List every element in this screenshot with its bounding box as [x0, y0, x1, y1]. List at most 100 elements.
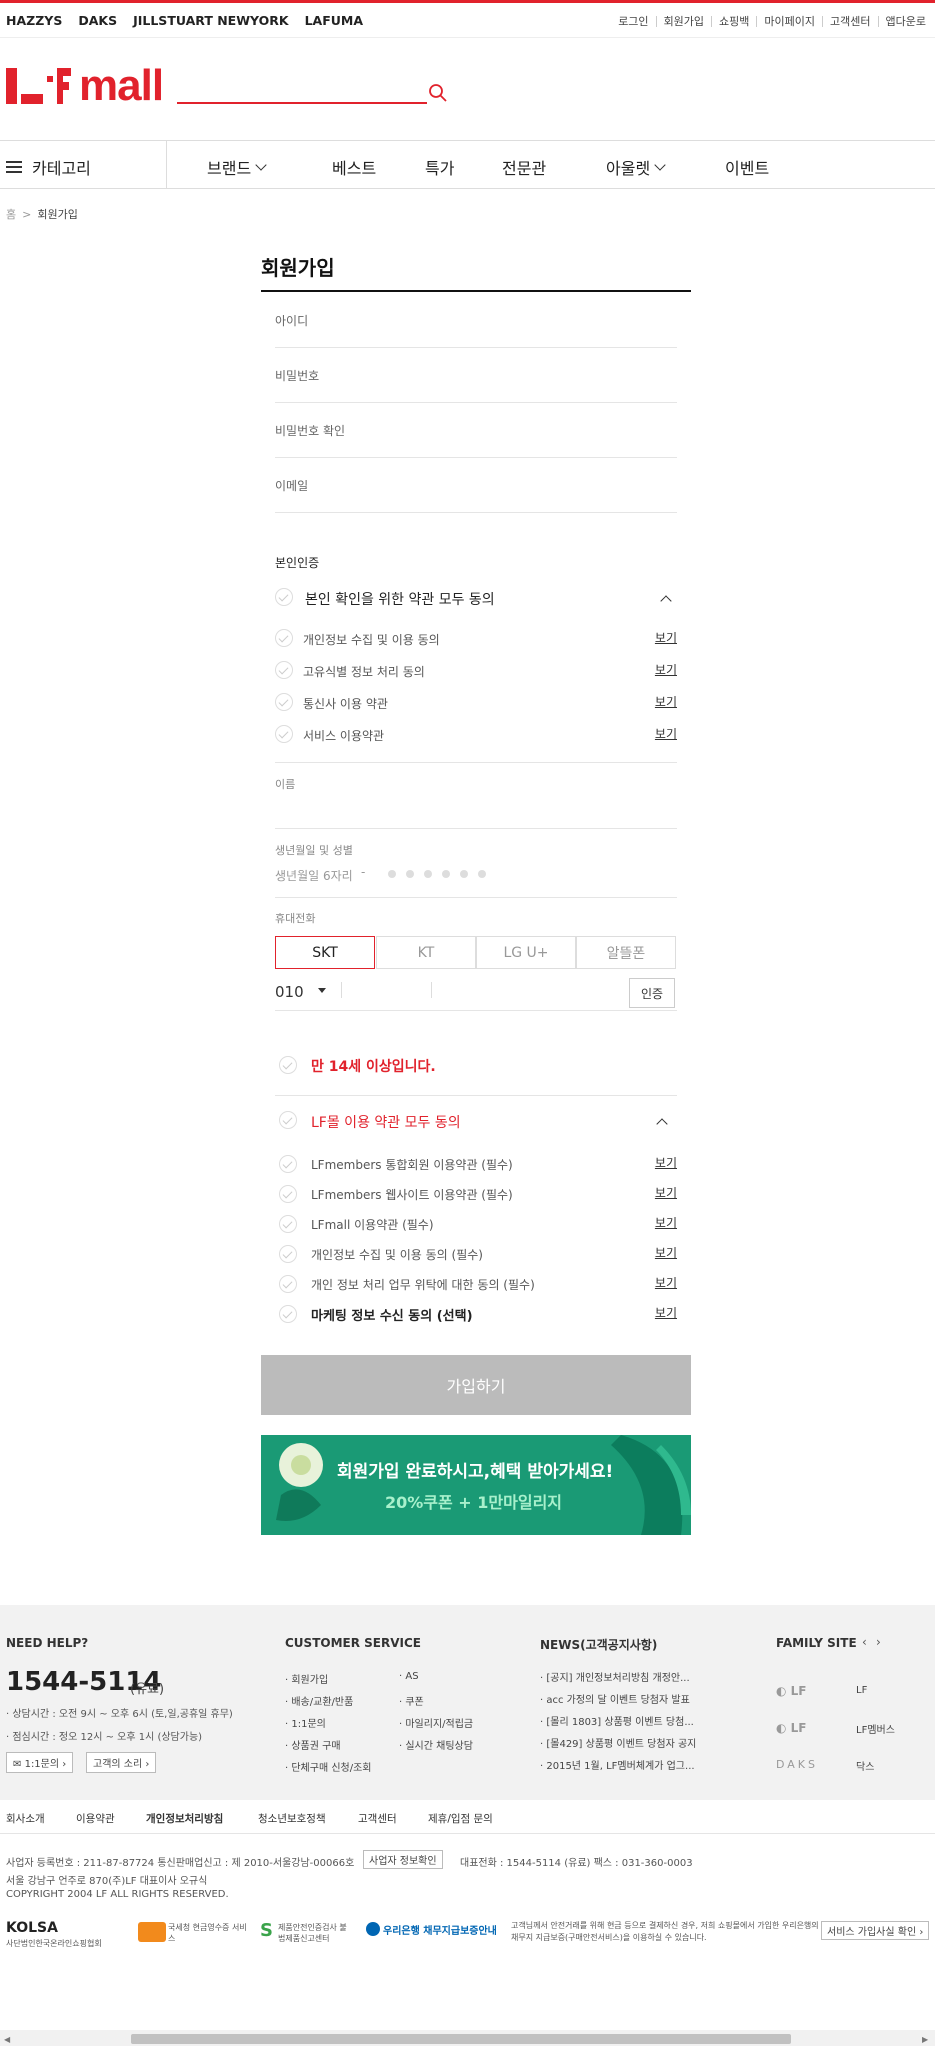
cs-link[interactable]: · 1:1문의 [285, 1715, 326, 1730]
lf-agree-all-checkbox[interactable] [279, 1111, 297, 1129]
youth-policy-link[interactable]: 청소년보호정책 [258, 1811, 326, 1826]
password-field[interactable]: 비밀번호 [275, 367, 319, 384]
search-input[interactable] [177, 102, 427, 104]
age-confirm-label[interactable]: 만 14세 이상입니다. [311, 1056, 436, 1076]
chevron-up-icon[interactable] [660, 595, 672, 607]
family-next-icon[interactable]: › [876, 1635, 881, 1649]
cs-link[interactable]: · 회원가입 [285, 1671, 328, 1686]
email-field[interactable]: 이메일 [275, 477, 308, 494]
company-link[interactable]: 회사소개 [6, 1811, 45, 1826]
mypage-link[interactable]: 마이페이지 [756, 16, 822, 27]
view-link[interactable]: 보기 [655, 1304, 677, 1321]
biz-info-button[interactable]: 사업자 정보확인 [363, 1850, 443, 1869]
scrollbar-thumb[interactable] [131, 2034, 791, 2044]
nav-specialty[interactable]: 전문관 [502, 155, 546, 179]
news-item[interactable]: · acc 가정의 달 이벤트 당첨자 발표 [540, 1691, 690, 1706]
view-link[interactable]: 보기 [655, 1244, 677, 1261]
brand-lafuma[interactable]: LAFUMA [305, 13, 363, 28]
brand-jillstuart[interactable]: JILLSTUART NEWYORK [133, 13, 288, 28]
term-checkbox[interactable] [279, 1305, 297, 1323]
privacy-link[interactable]: 개인정보처리방침 [146, 1811, 223, 1826]
carrier-mvno[interactable]: 알뜰폰 [576, 936, 676, 969]
breadcrumb-home[interactable]: 홈 [6, 206, 16, 222]
scroll-right-icon[interactable]: ▶ [922, 2035, 928, 2044]
customer-center-footer-link[interactable]: 고객센터 [358, 1811, 397, 1826]
cs-link[interactable]: · AS [399, 1671, 419, 1682]
age-checkbox[interactable] [279, 1056, 297, 1074]
search-icon[interactable] [428, 83, 448, 103]
news-item[interactable]: · [공지] 개인정보처리방침 개정안... [540, 1669, 690, 1684]
news-item[interactable]: · [몰429] 상품평 이벤트 당첨자 공지 [540, 1735, 696, 1750]
category-menu[interactable]: 카테고리 [6, 155, 91, 179]
brand-daks[interactable]: DAKS [78, 13, 117, 28]
term-checkbox[interactable] [279, 1215, 297, 1233]
verify-button[interactable]: 인증 [629, 978, 675, 1008]
chevron-up-icon[interactable] [656, 1118, 668, 1130]
news-item[interactable]: · [몰리 1803] 상품평 이벤트 당첨... [540, 1713, 694, 1728]
phone-prefix-select[interactable]: 010 [275, 983, 304, 1001]
family-link[interactable]: LF [856, 1685, 867, 1696]
customer-voice-button[interactable]: 고객의 소리 › [86, 1752, 157, 1773]
woori-bank-icon [366, 1922, 380, 1936]
view-link[interactable]: 보기 [655, 629, 677, 646]
breadcrumb: 홈 > 회원가입 [6, 206, 78, 222]
term-checkbox[interactable] [279, 1155, 297, 1173]
view-link[interactable]: 보기 [655, 661, 677, 678]
service-confirm-button[interactable]: 서비스 가입사실 확인 › [821, 1921, 930, 1940]
term-checkbox[interactable] [279, 1245, 297, 1263]
term-checkbox[interactable] [279, 1185, 297, 1203]
cs-link[interactable]: · 마일리지/적립금 [399, 1715, 473, 1730]
signup-link[interactable]: 회원가입 [655, 16, 711, 27]
chevron-down-icon [654, 159, 666, 171]
safety-cert-label: 제품안전인증검사 불법제품신고센터 [278, 1923, 347, 1943]
agree-all-checkbox[interactable] [275, 588, 293, 606]
nav-best[interactable]: 베스트 [332, 155, 376, 179]
app-download-link[interactable]: 앱다운로 [877, 16, 933, 27]
cs-link[interactable]: · 실시간 채팅상담 [399, 1737, 473, 1752]
news-item[interactable]: · 2015년 1월, LF멤버체계가 업그... [540, 1757, 695, 1772]
cs-link[interactable]: · 단체구매 신청/조회 [285, 1759, 372, 1774]
customer-center-link[interactable]: 고객센터 [822, 16, 877, 27]
view-link[interactable]: 보기 [655, 725, 677, 742]
carrier-kt[interactable]: KT [376, 936, 476, 969]
birth-input[interactable]: 생년월일 6자리 [275, 867, 353, 884]
cart-link[interactable]: 쇼핑백 [711, 16, 756, 27]
join-button[interactable]: 가입하기 [261, 1355, 691, 1415]
id-field[interactable]: 아이디 [275, 312, 308, 329]
term-checkbox[interactable] [279, 1275, 297, 1293]
name-field[interactable]: 이름 [275, 776, 295, 792]
carrier-lgu[interactable]: LG U+ [476, 936, 576, 969]
signup-benefit-banner[interactable]: 회원가입 완료하시고,혜택 받아가세요! 20%쿠폰 + 1만마일리지 [261, 1435, 691, 1535]
family-link[interactable]: 닥스 [856, 1758, 874, 1773]
family-link[interactable]: LF멤버스 [856, 1721, 895, 1736]
cs-link[interactable]: · 쿠폰 [399, 1693, 424, 1708]
password-confirm-field[interactable]: 비밀번호 확인 [275, 422, 345, 439]
cs-link[interactable]: · 배송/교환/반품 [285, 1693, 353, 1708]
term-checkbox[interactable] [275, 725, 293, 743]
brand-hazzys[interactable]: HAZZYS [6, 13, 62, 28]
brand-links: HAZZYS DAKS JILLSTUART NEWYORK LAFUMA [6, 13, 363, 28]
login-link[interactable]: 로그인 [611, 16, 655, 27]
view-link[interactable]: 보기 [655, 1154, 677, 1171]
qna-button[interactable]: ✉ 1:1문의 › [6, 1752, 74, 1773]
nav-brand[interactable]: 브랜드 [207, 155, 267, 179]
term-checkbox[interactable] [275, 693, 293, 711]
scroll-left-icon[interactable]: ◀ [4, 2035, 10, 2044]
nav-special[interactable]: 특가 [425, 155, 454, 179]
view-link[interactable]: 보기 [655, 693, 677, 710]
term-checkbox[interactable] [275, 661, 293, 679]
nav-outlet[interactable]: 아울렛 [606, 155, 666, 179]
family-prev-icon[interactable]: ‹ [862, 1635, 867, 1649]
nav-event[interactable]: 이벤트 [725, 155, 769, 179]
partnership-link[interactable]: 제휴/입점 문의 [428, 1811, 493, 1826]
view-link[interactable]: 보기 [655, 1274, 677, 1291]
term-checkbox[interactable] [275, 629, 293, 647]
lf-all-agree-label[interactable]: LF몰 이용 약관 모두 동의 [311, 1112, 461, 1132]
cs-link[interactable]: · 상품권 구매 [285, 1737, 341, 1752]
terms-link[interactable]: 이용약관 [76, 1811, 115, 1826]
view-link[interactable]: 보기 [655, 1214, 677, 1231]
lf-mall-logo[interactable]: mall [6, 64, 164, 108]
identity-all-agree[interactable]: 본인 확인을 위한 약관 모두 동의 [305, 589, 495, 609]
view-link[interactable]: 보기 [655, 1184, 677, 1201]
carrier-skt[interactable]: SKT [275, 936, 375, 969]
